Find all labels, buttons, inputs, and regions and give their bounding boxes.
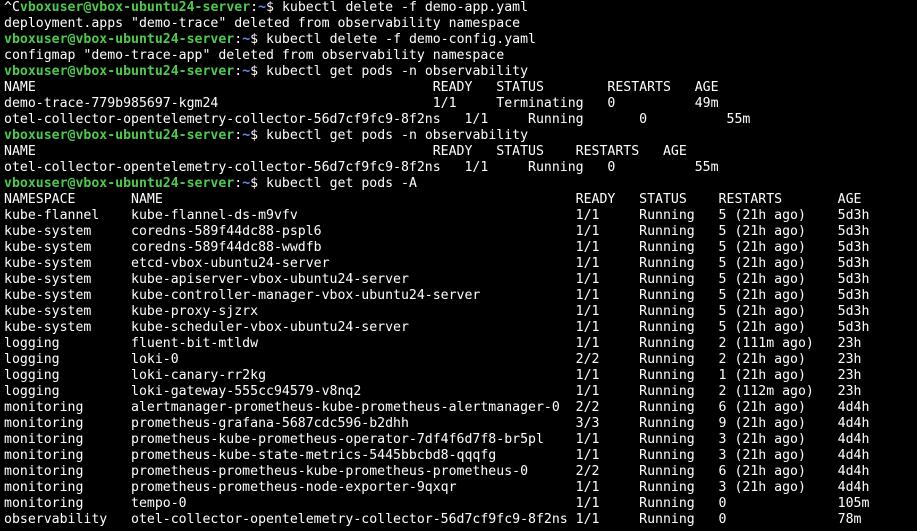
- output-line: logging loki-gateway-555cc94579-v8nq2 1/…: [4, 384, 862, 399]
- output-line: NAME READY STATUS RESTARTS AGE: [4, 80, 719, 95]
- output-line: kube-system kube-apiserver-vbox-ubuntu24…: [4, 272, 870, 287]
- prompt-line: vboxuser@vbox-ubuntu24-server:~$ kubectl…: [4, 128, 529, 143]
- output-line: NAME READY STATUS RESTARTS AGE: [4, 144, 687, 159]
- command-text: kubectl delete -f demo-app.yaml: [281, 0, 529, 15]
- prompt-cwd: ~: [242, 176, 251, 191]
- output-line: logging loki-canary-rr2kg 1/1 Running 1 …: [4, 368, 862, 383]
- output-line: demo-trace-779b985697-kgm24 1/1 Terminat…: [4, 96, 719, 111]
- output-line: configmap "demo-trace-app" deleted from …: [4, 48, 505, 63]
- prompt-cwd: ~: [242, 128, 251, 143]
- command-text: kubectl get pods -n observability: [266, 128, 529, 143]
- prompt-line: ^Cvboxuser@vbox-ubuntu24-server:~$ kubec…: [4, 0, 529, 15]
- output-line: logging loki-0 2/2 Running 2 (21h ago) 2…: [4, 352, 862, 367]
- output-line: kube-flannel kube-flannel-ds-m9vfv 1/1 R…: [4, 208, 870, 223]
- output-line: monitoring alertmanager-prometheus-kube-…: [4, 400, 870, 415]
- output-line: observability otel-collector-opentelemet…: [4, 512, 862, 527]
- prompt-cwd: ~: [242, 32, 251, 47]
- output-line: kube-system kube-controller-manager-vbox…: [4, 288, 870, 303]
- prompt-line: vboxuser@vbox-ubuntu24-server:~$ kubectl…: [4, 64, 529, 79]
- output-line: NAMESPACE NAME READY STATUS RESTARTS AGE: [4, 192, 862, 207]
- output-line: otel-collector-opentelemetry-collector-5…: [4, 112, 751, 127]
- output-line: otel-collector-opentelemetry-collector-5…: [4, 160, 719, 175]
- output-line: monitoring tempo-0 1/1 Running 0 105m: [4, 496, 870, 511]
- prompt-user-host: vboxuser@vbox-ubuntu24-server: [19, 0, 251, 15]
- prompt-user-host: vboxuser@vbox-ubuntu24-server: [4, 32, 235, 47]
- prompt-user-host: vboxuser@vbox-ubuntu24-server: [4, 176, 235, 191]
- output-line: kube-system coredns-589f44dc88-wwdfb 1/1…: [4, 240, 870, 255]
- output-line: deployment.apps "demo-trace" deleted fro…: [4, 16, 521, 31]
- prompt-user-host: vboxuser@vbox-ubuntu24-server: [4, 64, 235, 79]
- output-line: kube-system etcd-vbox-ubuntu24-server 1/…: [4, 256, 870, 271]
- output-line: kube-system coredns-589f44dc88-pspl6 1/1…: [4, 224, 870, 239]
- output-line: monitoring prometheus-kube-prometheus-op…: [4, 432, 870, 447]
- output-line: kube-system kube-scheduler-vbox-ubuntu24…: [4, 320, 870, 335]
- prompt-line: vboxuser@vbox-ubuntu24-server:~$ kubectl…: [4, 176, 417, 191]
- output-line: monitoring prometheus-grafana-5687cdc596…: [4, 416, 870, 431]
- prompt-cwd: ~: [242, 64, 251, 79]
- command-text: kubectl get pods -A: [266, 176, 417, 191]
- output-line: logging fluent-bit-mtldw 1/1 Running 2 (…: [4, 336, 862, 351]
- prompt-cwd: ~: [258, 0, 267, 15]
- prompt-line: vboxuser@vbox-ubuntu24-server:~$ kubectl…: [4, 32, 536, 47]
- output-line: monitoring prometheus-prometheus-node-ex…: [4, 480, 870, 495]
- output-line: monitoring prometheus-prometheus-kube-pr…: [4, 464, 870, 479]
- prompt-user-host: vboxuser@vbox-ubuntu24-server: [4, 128, 235, 143]
- terminal-window[interactable]: ^C vboxuser@vbox-ubuntu24-server:~$ kubec…: [0, 0, 917, 531]
- command-text: kubectl get pods -n observability: [266, 64, 529, 79]
- command-text: kubectl delete -f demo-config.yaml: [266, 32, 536, 47]
- output-line: monitoring prometheus-kube-state-metrics…: [4, 448, 870, 463]
- interrupt-marker: ^C: [4, 0, 20, 15]
- output-line: kube-system kube-proxy-sjzrx 1/1 Running…: [4, 304, 870, 319]
